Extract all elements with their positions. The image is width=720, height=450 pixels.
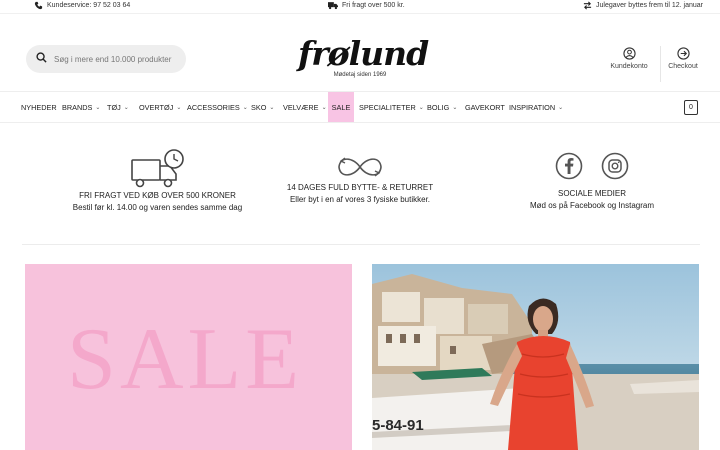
nav-item-toej[interactable]: TØJ ⌄ <box>107 92 129 122</box>
phone-icon <box>34 1 43 10</box>
usp-social-subtitle: Mød os på Facebook og Instagram <box>529 201 655 210</box>
user-icon <box>608 47 650 60</box>
nav-item-brands[interactable]: BRANDS ⌄ <box>62 92 100 122</box>
nav-item-accessories[interactable]: ACCESSORIES ⌄ <box>187 92 248 122</box>
nav-item-label: NYHEDER <box>21 102 57 112</box>
site-logo[interactable]: frølund Mødetaj siden 1969 <box>298 34 429 79</box>
nav-item-label: TØJ <box>107 102 121 112</box>
nav-item-inspiration[interactable]: INSPIRATION ⌄ <box>509 92 563 122</box>
usp-free-shipping: FRI FRAGT VED KØB OVER 500 KRONER Bestil… <box>40 148 275 214</box>
cart-button[interactable]: 0 <box>684 100 698 115</box>
free-shipping-info: Fri fragt over 500 kr. <box>328 1 405 10</box>
chevron-down-icon: ⌄ <box>95 104 101 111</box>
infinity-arrows-icon <box>248 152 472 182</box>
usp-section: FRI FRAGT VED KØB OVER 500 KRONER Bestil… <box>0 140 720 240</box>
checkout-label: Checkout <box>668 63 698 70</box>
search-input[interactable] <box>54 54 184 64</box>
truck-icon <box>328 1 338 10</box>
nav-item-gavekort[interactable]: GAVEKORT <box>465 92 505 122</box>
chevron-down-icon: ⌄ <box>269 104 275 111</box>
nav-item-label: OVERTØJ <box>139 102 174 112</box>
nav-item-label: SKO <box>251 102 267 112</box>
free-shipping-text: Fri fragt over 500 kr. <box>342 2 405 9</box>
chevron-down-icon: ⌄ <box>176 104 182 111</box>
exchange-text: Julegaver byttes frem til 12. januar <box>596 2 703 9</box>
social-icons <box>500 152 684 180</box>
chevron-down-icon: ⌄ <box>418 104 424 111</box>
delivery-truck-clock-icon <box>40 148 275 190</box>
usp-returns: 14 DAGES FULD BYTTE- & RETURRET Eller by… <box>248 152 472 206</box>
cart-count: 0 <box>689 104 693 111</box>
nav-item-label: GAVEKORT <box>465 102 505 112</box>
top-info-bar: Kundeservice: 97 52 03 64 Fri fragt over… <box>0 0 720 13</box>
nav-item-sale[interactable]: SALE <box>328 92 354 122</box>
usp-shipping-subtitle: Bestil før kl. 14.00 og varen sendes sam… <box>72 203 243 212</box>
main-navigation: NYHEDER BRANDS ⌄ TØJ ⌄ OVERTØJ ⌄ ACCESSORIE… <box>0 91 720 123</box>
nav-item-label: SPECIALITETER <box>359 102 416 112</box>
account-label: Kundekonto <box>610 63 648 70</box>
nav-item-nyheder[interactable]: NYHEDER <box>21 92 57 122</box>
search-bar[interactable] <box>26 45 186 73</box>
checkout-link[interactable]: Checkout <box>664 47 702 70</box>
usp-social: SOCIALE MEDIER Mød os på Facebook og Ins… <box>500 152 684 212</box>
usp-social-title: SOCIALE MEDIER <box>557 189 626 198</box>
section-divider <box>22 244 700 245</box>
chevron-down-icon: ⌄ <box>242 104 248 111</box>
nav-item-overtoej[interactable]: OVERTØJ ⌄ <box>139 92 181 122</box>
header-divider <box>660 46 661 82</box>
nav-item-label: ACCESSORIES <box>187 102 240 112</box>
exchange-icon <box>583 1 592 10</box>
nav-item-velvaere[interactable]: VELVÆRE ⌄ <box>283 92 327 122</box>
customer-service-text: Kundeservice: 97 52 03 64 <box>47 2 131 9</box>
fashion-photo: 5-84-91 <box>372 264 699 450</box>
site-header: frølund Mødetaj siden 1969 Kundekonto Ch… <box>0 13 720 91</box>
account-link[interactable]: Kundekonto <box>608 47 650 70</box>
sale-banner[interactable]: SALE <box>25 264 352 450</box>
chevron-down-icon: ⌄ <box>123 104 129 111</box>
sale-banner-text: SALE <box>67 311 303 408</box>
usp-returns-subtitle: Eller byt i en af vores 3 fysiske butikk… <box>289 195 431 204</box>
boat-registration-text: 5-84-91 <box>372 417 424 434</box>
facebook-icon[interactable] <box>555 152 583 180</box>
usp-shipping-title: FRI FRAGT VED KØB OVER 500 KRONER <box>79 191 236 200</box>
exchange-info: Julegaver byttes frem til 12. januar <box>583 1 703 10</box>
customer-service-info[interactable]: Kundeservice: 97 52 03 64 <box>34 1 130 10</box>
nav-item-label: BOLIG <box>427 102 450 112</box>
nav-item-sko[interactable]: SKO ⌄ <box>251 92 274 122</box>
search-icon[interactable] <box>36 50 47 68</box>
instagram-icon[interactable] <box>601 152 629 180</box>
logo-wordmark: frølund <box>298 34 429 73</box>
nav-item-label: VELVÆRE <box>283 102 319 112</box>
chevron-down-icon: ⌄ <box>321 104 327 111</box>
nav-item-label: SALE <box>331 102 351 112</box>
nav-item-label: INSPIRATION <box>509 102 556 112</box>
chevron-down-icon: ⌄ <box>558 104 564 111</box>
nav-item-label: BRANDS <box>62 102 93 112</box>
nav-item-specialiteter[interactable]: SPECIALITETER ⌄ <box>359 92 424 122</box>
nav-item-bolig[interactable]: BOLIG ⌄ <box>427 92 457 122</box>
arrow-right-circle-icon <box>664 47 702 60</box>
fashion-photo-banner[interactable]: 5-84-91 <box>372 264 699 450</box>
chevron-down-icon: ⌄ <box>452 104 458 111</box>
usp-returns-title: 14 DAGES FULD BYTTE- & RETURRET <box>286 183 434 192</box>
